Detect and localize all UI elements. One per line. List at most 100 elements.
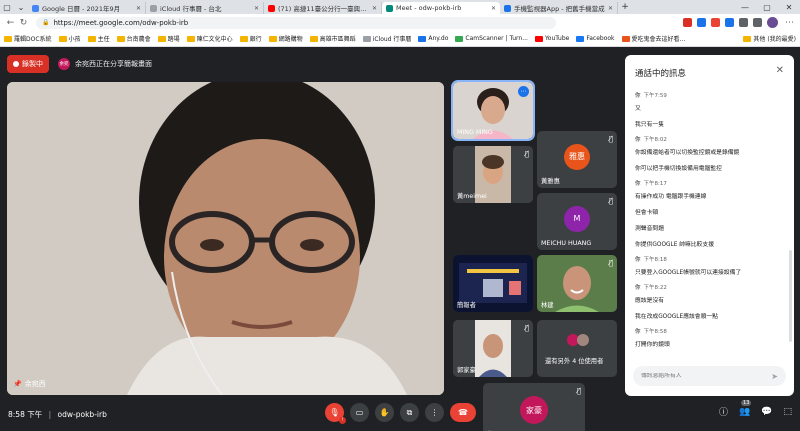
send-icon[interactable]: ➤: [771, 372, 778, 381]
more-menu-icon[interactable]: ⋯: [783, 18, 796, 28]
mic-off-icon: 🎙̸: [524, 324, 529, 332]
bookmark-item[interactable]: 陳仁文化中心: [186, 34, 233, 43]
main-speaker-tile[interactable]: 📌 余宛西: [7, 82, 444, 395]
bookmark-item[interactable]: 主任: [87, 34, 110, 43]
participant-tile[interactable]: M 🎙̸ MEICHU HUANG: [537, 193, 617, 250]
profile-avatar[interactable]: [767, 17, 778, 28]
meeting-info: 8:58 下午 | odw-pokb-irb: [8, 410, 107, 419]
google-meet-icon: [386, 4, 393, 12]
end-call-button[interactable]: ☎: [450, 403, 476, 422]
message-group: 你下午8:02 你設備還蛤者可以切換監控鏡或是錄備鏡 你可以把手機切換設備用電腦…: [635, 135, 785, 172]
other-bookmarks[interactable]: 其他 (我的最愛): [743, 34, 796, 43]
more-participants-tile[interactable]: 還有另外 4 位使用者: [537, 320, 617, 377]
participant-tile[interactable]: ⋯ MING MING: [451, 80, 535, 141]
bookmark-item[interactable]: CamScanner | Turn...: [455, 35, 528, 42]
facebook-icon: [576, 35, 585, 42]
chat-input-box[interactable]: ➤: [633, 366, 786, 386]
bookmark-item[interactable]: 羅輯DOC系統: [4, 34, 52, 43]
bookmark-item[interactable]: 銀行: [239, 34, 262, 43]
bookmark-item[interactable]: 小孩: [58, 34, 81, 43]
mic-off-icon: 🎙̸: [608, 259, 613, 267]
window-menu-icon[interactable]: ▢: [0, 0, 14, 14]
chat-input[interactable]: [641, 373, 772, 379]
camera-toggle-button[interactable]: ▭: [350, 403, 369, 422]
lock-icon[interactable]: 🔒: [42, 19, 49, 26]
folder-icon: [87, 35, 96, 42]
clock-time: 8:58 下午: [8, 410, 43, 419]
chat-scrollbar[interactable]: [789, 250, 792, 342]
mic-off-icon: 🎙̸: [524, 150, 529, 158]
more-options-icon[interactable]: ⋯: [518, 86, 529, 97]
extension-icon[interactable]: [697, 18, 706, 27]
refresh-icon[interactable]: ↻: [17, 18, 30, 28]
recording-indicator[interactable]: 錄製中: [7, 55, 49, 73]
browser-tab[interactable]: Google 日曆 - 2021年9月 ✕: [28, 2, 146, 14]
mic-toggle-button[interactable]: 🎙 !: [325, 403, 346, 424]
maximize-button[interactable]: ▢: [756, 3, 778, 12]
bookmark-item[interactable]: 台南農會: [116, 34, 151, 43]
site-icon: [504, 4, 511, 12]
close-icon[interactable]: ✕: [491, 5, 496, 12]
back-icon[interactable]: ←: [4, 18, 17, 28]
google-calendar-icon: [32, 4, 39, 12]
presenting-text: 余宛西正在分享簡報畫面: [75, 60, 152, 68]
browser-tab[interactable]: 手機監視器App - 把舊手機當成 ✕: [500, 2, 618, 14]
site-icon: [621, 35, 630, 42]
close-window-button[interactable]: ✕: [778, 3, 800, 12]
more-participants-label: 還有另外 4 位使用者: [545, 358, 604, 365]
new-tab-button[interactable]: +: [618, 2, 632, 12]
close-icon[interactable]: ✕: [608, 5, 613, 12]
extension-icon[interactable]: [683, 18, 692, 27]
close-icon[interactable]: ✕: [136, 5, 141, 12]
minimize-button[interactable]: —: [734, 3, 756, 12]
record-dot-icon: [13, 61, 19, 67]
present-button[interactable]: ⧉: [400, 403, 419, 422]
folder-icon: [4, 35, 12, 42]
bookmark-item[interactable]: 愛吃鬼會去這好看...: [621, 34, 685, 43]
main-speaker-name: 📌 余宛西: [13, 380, 46, 388]
participant-tile[interactable]: 雅惠 🎙̸ 黃雅惠: [537, 131, 617, 188]
tab-title: 手機監視器App - 把舊手機當成: [514, 5, 605, 13]
bookmark-item[interactable]: 踏場: [157, 34, 180, 43]
people-icon[interactable]: 👥 13: [739, 399, 752, 417]
presentation-tile[interactable]: 簡報者: [453, 255, 533, 312]
chat-icon[interactable]: 💬: [761, 407, 772, 417]
activities-icon[interactable]: ⬚: [783, 407, 792, 417]
more-options-button[interactable]: ⋮: [425, 403, 444, 422]
bookmark-item[interactable]: 高雄市區舞蹈: [309, 34, 356, 43]
folder-icon: [309, 35, 318, 42]
browser-tab[interactable]: iCloud 行事曆 - 台北 ✕: [146, 2, 264, 14]
collections-icon[interactable]: [753, 18, 762, 27]
message-group: 你下午7:59 又 我只有一隻: [635, 91, 785, 128]
close-icon[interactable]: ✕: [254, 5, 259, 12]
youtube-icon: [268, 4, 275, 12]
extension-icon[interactable]: [725, 18, 734, 27]
folder-icon: [186, 35, 195, 42]
favorites-icon[interactable]: [739, 18, 748, 27]
bookmark-item[interactable]: iCloud 行事曆: [362, 34, 411, 43]
message-group: 你下午8:22 應該是沒有 我在改成GOOGLE應該會順一點: [635, 283, 785, 320]
browser-tab-active[interactable]: Meet - odw-pokb-irb ✕: [382, 2, 500, 14]
raise-hand-button[interactable]: ✋: [375, 403, 394, 422]
bookmark-item[interactable]: YouTube: [534, 35, 569, 42]
icloud-icon: [362, 35, 371, 42]
participant-tile[interactable]: 🎙̸ 黃meimei: [453, 146, 533, 203]
bookmark-item[interactable]: 網路購物: [268, 34, 303, 43]
bookmark-item[interactable]: Facebook: [576, 35, 615, 42]
participant-tile[interactable]: 🎙̸ 林建: [537, 255, 617, 312]
mic-off-icon: 🎙̸: [576, 387, 581, 395]
message-text: 你設備還蛤者可以切換監控鏡或是錄備鏡: [635, 150, 740, 156]
browser-tab[interactable]: (71) 高捷11臺公分行一臺興富宗 ✕: [264, 2, 382, 14]
message-text: 你可以把手機切換設備用電腦監控: [635, 166, 722, 172]
tab-search-icon[interactable]: ⌄: [14, 0, 28, 14]
participant-tile[interactable]: 🎙̸ 郭家豪: [453, 320, 533, 377]
close-icon[interactable]: ✕: [372, 5, 377, 12]
extension-icon[interactable]: [711, 18, 720, 27]
close-icon[interactable]: ✕: [776, 65, 784, 76]
info-icon[interactable]: ⓘ: [719, 405, 728, 418]
message-group: 你下午8:17 有操作成功 電腦跟手機連線 但會卡頓 測聲音問題 你提供GOOG…: [635, 179, 785, 248]
url-text: https://meet.google.com/odw-pokb-irb: [53, 18, 189, 27]
url-field[interactable]: 🔒 https://meet.google.com/odw-pokb-irb: [36, 16, 556, 29]
bookmark-item[interactable]: Any.do: [418, 35, 448, 42]
tab-title: (71) 高捷11臺公分行一臺興富宗: [278, 5, 370, 13]
